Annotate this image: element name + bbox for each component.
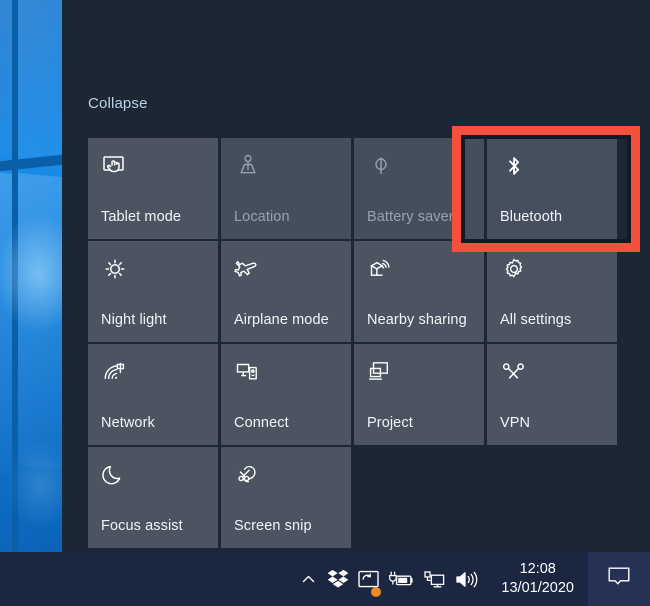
wallpaper-glow	[6, 440, 62, 530]
quick-action-tile-grid: Tablet mode Location Battery saver Bluet…	[88, 138, 620, 548]
airplane-mode-icon	[234, 255, 262, 283]
wallpaper-pane	[0, 0, 12, 161]
tile-label: Tablet mode	[101, 209, 182, 225]
collapse-row: Collapse	[88, 88, 148, 118]
battery-saver-icon	[367, 152, 395, 180]
connect-icon	[234, 358, 262, 386]
quick-action-tile-project[interactable]: Project	[354, 344, 484, 445]
taskbar-empty-area[interactable]	[0, 552, 240, 606]
quick-action-tile-battery-saver[interactable]: Battery saver	[354, 138, 484, 239]
network-icon	[101, 358, 129, 386]
tile-label: Project	[367, 415, 413, 431]
gear-icon	[500, 255, 528, 283]
tile-label: Battery saver	[367, 209, 454, 225]
quick-action-tile-all-settings[interactable]: All settings	[487, 241, 617, 342]
tile-label: Airplane mode	[234, 312, 329, 328]
quick-action-tile-connect[interactable]: Connect	[221, 344, 351, 445]
quick-action-tile-location[interactable]: Location	[221, 138, 351, 239]
tile-label: Night light	[101, 312, 167, 328]
taskbar-clock[interactable]: 12:08 13/01/2020	[485, 552, 588, 606]
tile-label: Focus assist	[101, 518, 183, 534]
vpn-icon	[500, 358, 528, 386]
wallpaper-glow	[0, 214, 62, 334]
display-settings-icon[interactable]	[353, 552, 383, 606]
action-center-button[interactable]	[588, 552, 650, 606]
tile-label: Bluetooth	[500, 209, 563, 225]
moon-icon	[101, 461, 129, 489]
quick-action-tile-nearby-sharing[interactable]: Nearby sharing	[354, 241, 484, 342]
location-icon	[234, 152, 262, 180]
screen: Collapse Tablet mode Location Battery sa…	[0, 0, 650, 606]
quick-action-tile-bluetooth[interactable]: Bluetooth	[487, 138, 617, 239]
notification-bubble-icon	[607, 566, 631, 593]
nearby-sharing-icon	[367, 255, 395, 283]
tile-label: Network	[101, 415, 155, 431]
collapse-button[interactable]: Collapse	[88, 95, 148, 112]
action-center-panel: Collapse Tablet mode Location Battery sa…	[62, 0, 650, 552]
quick-action-tile-focus-assist[interactable]: Focus assist	[88, 447, 218, 548]
desktop-wallpaper	[0, 0, 62, 552]
quick-action-tile-night-light[interactable]: Night light	[88, 241, 218, 342]
dropbox-icon[interactable]	[323, 552, 353, 606]
tile-label: Screen snip	[234, 518, 312, 534]
wallpaper-pane	[18, 0, 62, 160]
tile-label: Location	[234, 209, 290, 225]
notification-badge-dot	[371, 587, 382, 597]
night-light-icon	[101, 255, 129, 283]
tile-label: All settings	[500, 312, 572, 328]
tablet-mode-icon	[101, 152, 129, 180]
volume-icon[interactable]	[449, 552, 485, 606]
screen-snip-icon	[234, 461, 262, 489]
project-icon	[367, 358, 395, 386]
bluetooth-icon	[500, 152, 528, 180]
wallpaper-divider	[0, 154, 62, 172]
network-ethernet-icon[interactable]	[419, 552, 449, 606]
quick-action-tile-airplane-mode[interactable]: Airplane mode	[221, 241, 351, 342]
battery-charging-icon[interactable]	[383, 552, 419, 606]
system-tray: 12:08 13/01/2020	[293, 552, 650, 606]
clock-date: 13/01/2020	[501, 580, 574, 596]
taskbar: 12:08 13/01/2020	[0, 552, 650, 606]
show-hidden-icons-chevron-icon[interactable]	[293, 552, 323, 606]
clock-time: 12:08	[519, 561, 556, 578]
quick-action-tile-vpn[interactable]: VPN	[487, 344, 617, 445]
quick-action-tile-screen-snip[interactable]: Screen snip	[221, 447, 351, 548]
tile-label: Connect	[234, 415, 289, 431]
quick-action-tile-tablet-mode[interactable]: Tablet mode	[88, 138, 218, 239]
action-center-content: Collapse Tablet mode Location Battery sa…	[62, 0, 650, 552]
tile-label: Nearby sharing	[367, 312, 467, 328]
quick-action-tile-network[interactable]: Network	[88, 344, 218, 445]
tile-label: VPN	[500, 415, 531, 431]
